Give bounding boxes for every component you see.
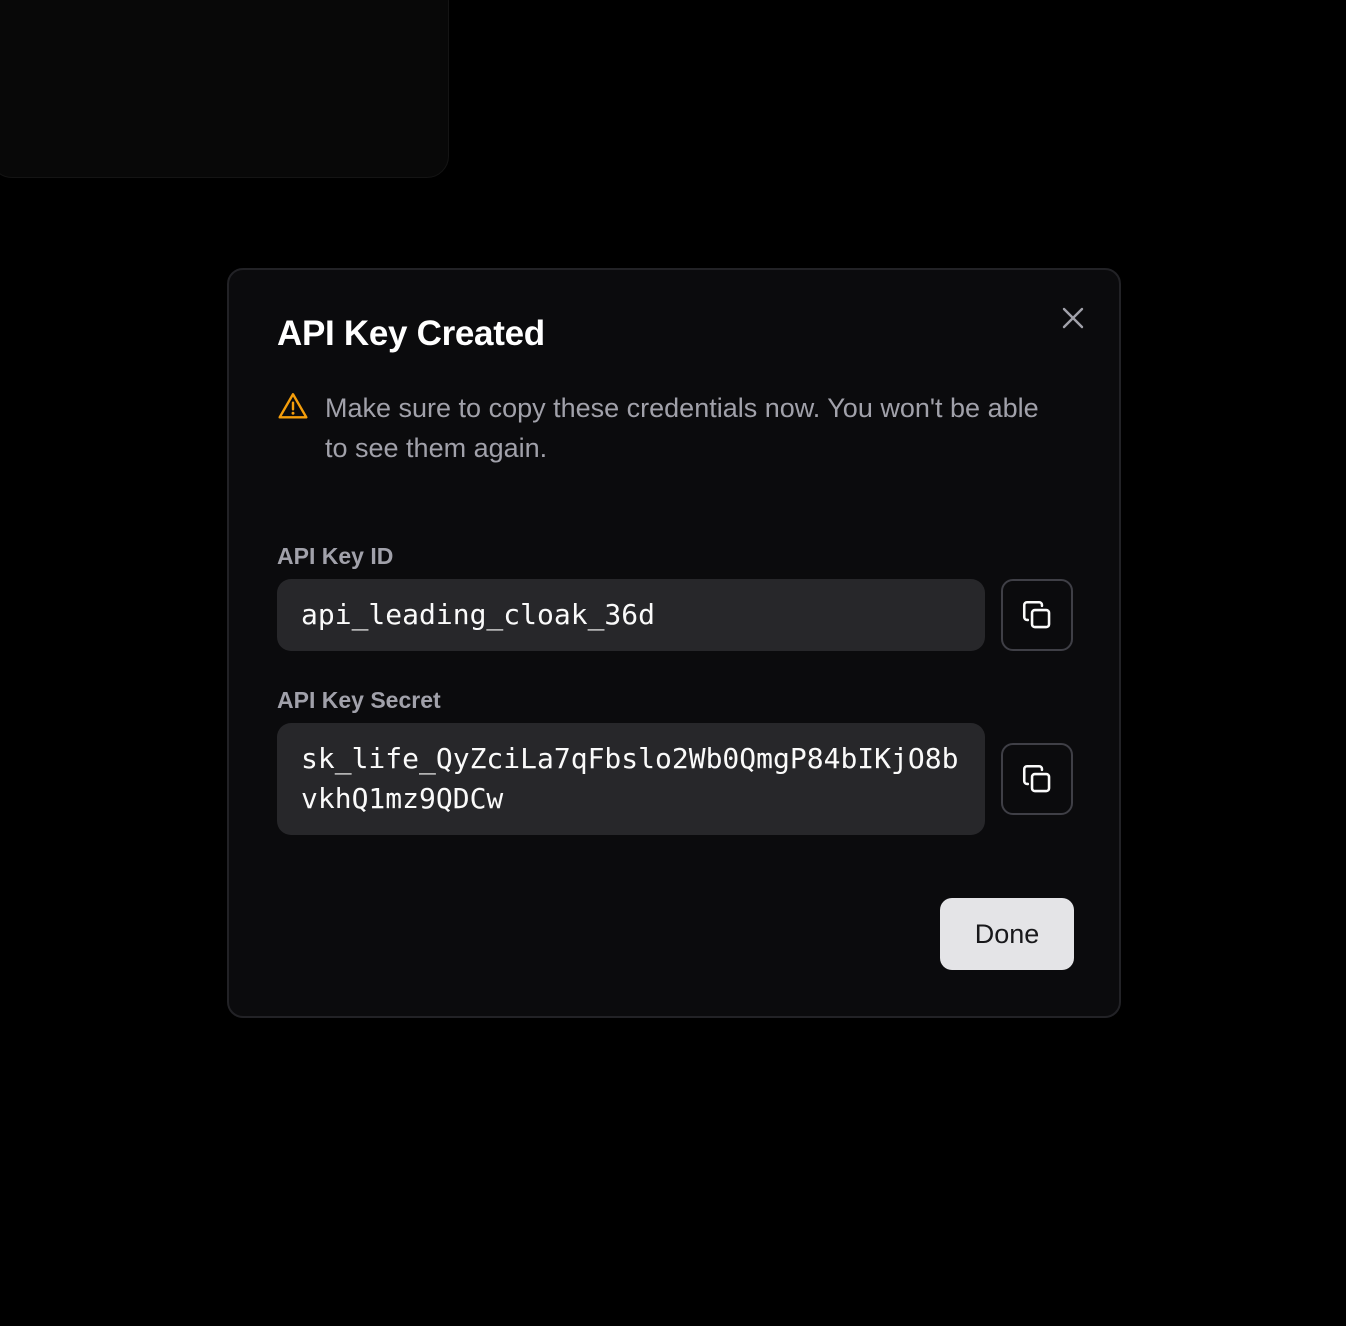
copy-api-key-secret-button[interactable] [1001,743,1073,815]
background-card [0,0,449,178]
api-key-secret-value: sk_life_QyZciLa7qFbslo2Wb0QmgP84bIKjO8bv… [277,723,985,835]
api-key-secret-label: API Key Secret [277,687,441,713]
warning-notice: Make sure to copy these credentials now.… [277,388,1067,468]
dialog-title: API Key Created [277,314,545,353]
warning-text: Make sure to copy these credentials now.… [325,393,1039,463]
api-key-id-value: api_leading_cloak_36d [277,579,985,651]
copy-icon [1022,764,1051,793]
close-button[interactable] [1055,300,1091,336]
warning-triangle-icon [278,393,308,419]
copy-icon [1022,600,1051,629]
api-key-id-label: API Key ID [277,543,394,569]
close-icon [1062,307,1084,329]
copy-api-key-id-button[interactable] [1001,579,1073,651]
api-key-created-dialog: API Key Created Make sure to copy these … [227,268,1121,1018]
done-button[interactable]: Done [940,898,1074,970]
